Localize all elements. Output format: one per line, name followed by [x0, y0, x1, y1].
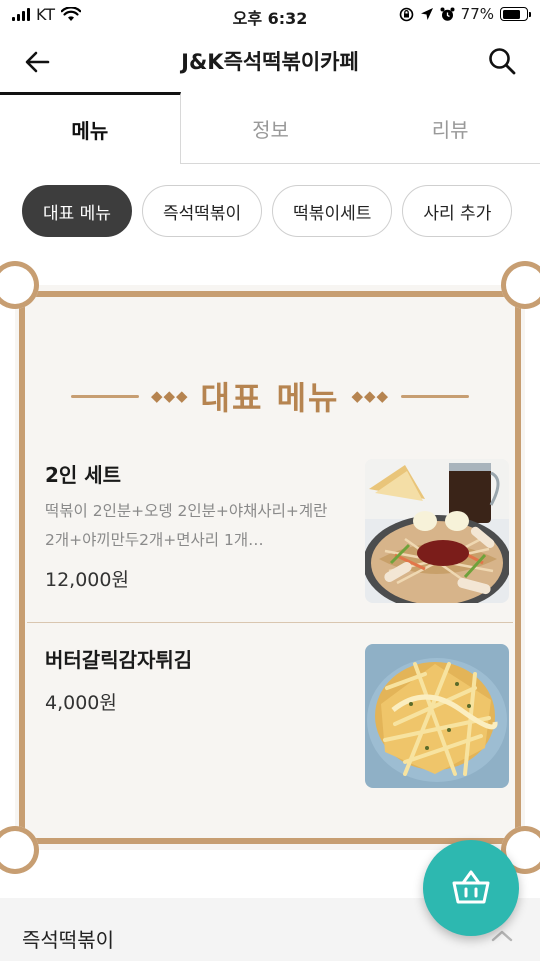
battery-percent: 77% [460, 5, 494, 23]
page-title: J&K즉석떡볶이카페 [181, 50, 359, 74]
location-icon [420, 8, 433, 20]
chip-instant-tteokbokki[interactable]: 즉석떡볶이 [141, 185, 263, 237]
tab-reviews[interactable]: 리뷰 [360, 92, 540, 164]
diamond-ornament-icon: ◆◆◆ [351, 387, 390, 405]
diamond-ornament-icon: ◆◆◆ [150, 387, 189, 405]
menu-item-price: 12,000원 [45, 569, 129, 591]
status-right: 77% [399, 5, 531, 23]
cart-button[interactable] [423, 840, 519, 936]
divider [401, 394, 470, 398]
menu-item-name: 2인 세트 [45, 463, 122, 487]
search-icon[interactable] [486, 45, 518, 77]
menu-item-name: 버터갈릭감자튀김 [45, 648, 193, 672]
app-header: J&K즉석떡볶이카페 [0, 30, 540, 92]
chip-add-noodles[interactable]: 사리 추가 [402, 185, 513, 237]
chevron-up-icon[interactable] [490, 928, 514, 944]
butter-garlic-fries-photo [365, 644, 509, 788]
featured-title: 대표 메뉴 [200, 379, 340, 417]
menu-item-price: 4,000원 [45, 692, 117, 714]
menu-item-2-person-set[interactable]: 2인 세트 떡볶이 2인분+오뎅 2인분+야채사리+계란 2개+야끼만두2개+면… [27, 455, 513, 623]
tab-bar: 메뉴 정보 리뷰 [0, 92, 540, 164]
chip-tteokbokki-set[interactable]: 떡볶이세트 [272, 185, 393, 237]
featured-menu-card: ◆◆◆ 대표 메뉴 ◆◆◆ 2인 세트 떡볶이 2인분+오뎅 2인분+야채사리+… [0, 261, 540, 874]
battery-icon [500, 7, 531, 21]
divider [70, 394, 139, 398]
status-bar: KT 오후 6:32 77% [0, 0, 540, 30]
orientation-lock-icon [399, 7, 413, 21]
menu-item-butter-garlic-fries[interactable]: 버터갈릭감자튀김 4,000원 [27, 640, 513, 800]
tab-menu[interactable]: 메뉴 [0, 92, 181, 164]
tteokbokki-set-photo [365, 459, 509, 603]
alarm-icon [440, 7, 455, 21]
featured-title-row: ◆◆◆ 대표 메뉴 ◆◆◆ [15, 373, 525, 419]
shopping-basket-icon [452, 870, 490, 904]
tab-info[interactable]: 정보 [180, 92, 361, 164]
menu-item-description: 떡볶이 2인분+오뎅 2인분+야채사리+계란 2개+야끼만두2개+면사리 1개… [45, 502, 328, 549]
category-chips: 대표 메뉴 즉석떡볶이 떡볶이세트 사리 추가 [22, 185, 513, 237]
chip-featured-menu[interactable]: 대표 메뉴 [22, 185, 132, 237]
section-title: 즉석떡볶이 [22, 928, 114, 952]
